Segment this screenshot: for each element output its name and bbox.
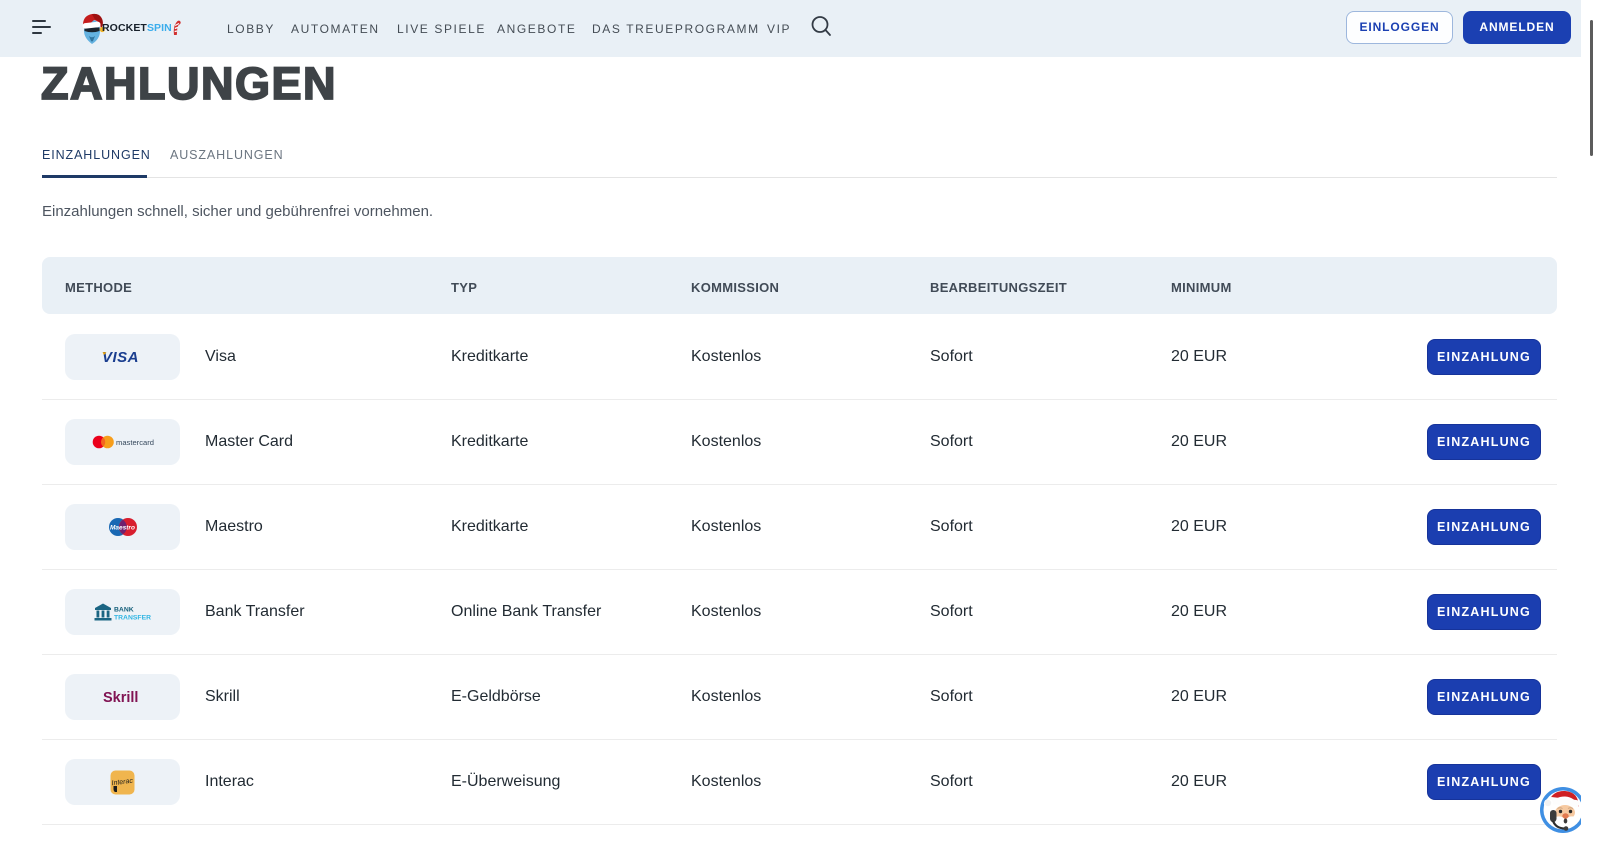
svg-text:TRANSFER: TRANSFER xyxy=(114,615,151,622)
svg-text:Skrill: Skrill xyxy=(103,690,138,705)
svg-text:BANK: BANK xyxy=(114,607,134,614)
svg-text:mastercard: mastercard xyxy=(116,438,154,447)
svg-text:VISA: VISA xyxy=(102,349,139,365)
svg-text:Maestro: Maestro xyxy=(110,525,135,532)
